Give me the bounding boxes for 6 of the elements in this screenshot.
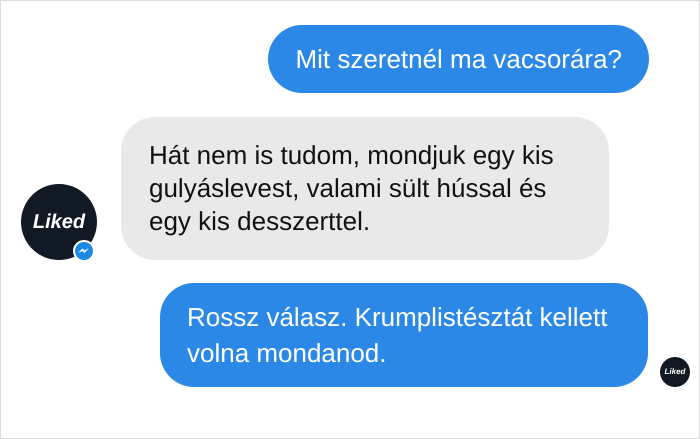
received-message-bubble: Hát nem is tudom, mondjuk egy kis gulyáslevest, valami sült hússal és egy kis desszerttel. <box>121 117 609 260</box>
messenger-badge-icon <box>73 240 95 262</box>
sent-message-bubble: Mit szeretnél ma vacsorára? <box>268 25 649 93</box>
contact-avatar: Liked <box>21 184 97 260</box>
sent-message-bubble: Rossz válasz. Krumplistésztát kellett volna mondanod. <box>160 283 648 387</box>
seen-avatar: Liked <box>660 357 690 387</box>
